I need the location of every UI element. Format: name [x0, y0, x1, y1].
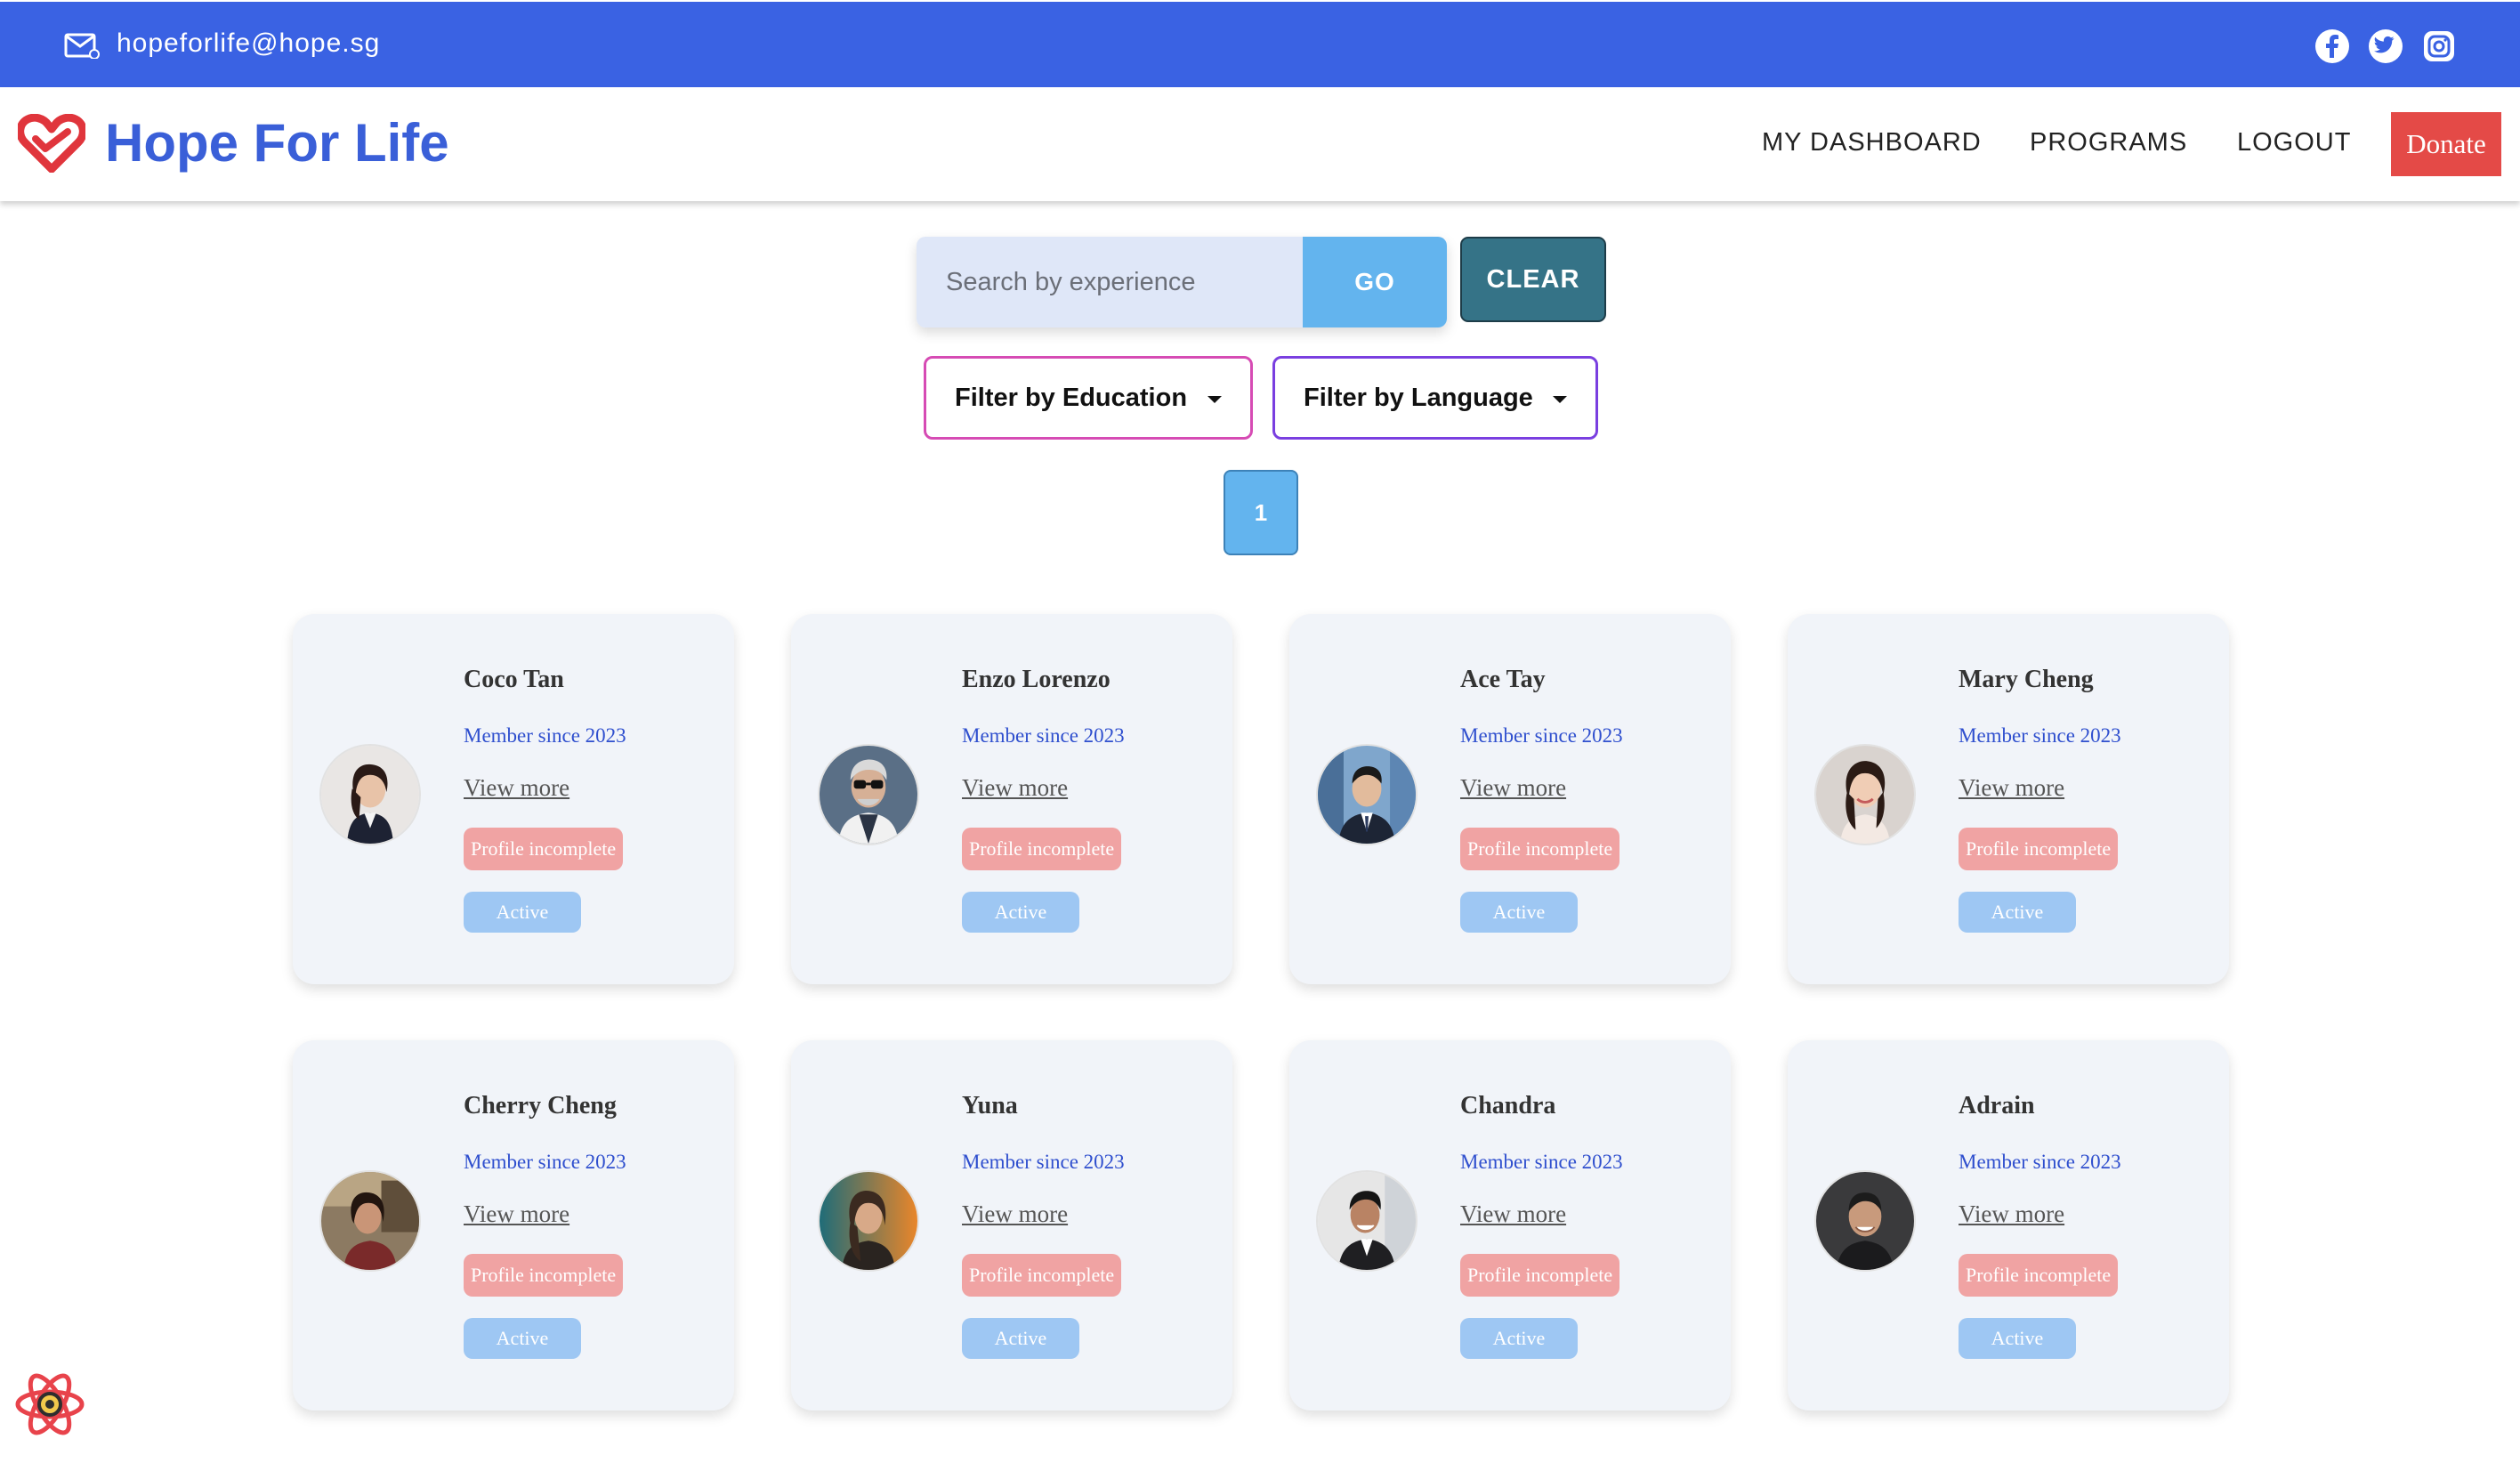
contact-email[interactable]: hopeforlife@hope.sg	[117, 28, 380, 59]
view-more-link[interactable]: View more	[962, 1200, 1068, 1228]
active-badge: Active	[1460, 892, 1578, 933]
avatar[interactable]	[319, 1170, 421, 1272]
member-name: Yuna	[962, 1092, 1018, 1119]
education-filter-dropdown[interactable]: Filter by Education	[924, 356, 1253, 440]
profile-incomplete-badge: Profile incomplete	[962, 828, 1122, 870]
member-since: Member since 2023	[1460, 724, 1623, 747]
language-filter-label: Filter by Language	[1304, 383, 1533, 412]
view-more-link[interactable]: View more	[1460, 1200, 1566, 1228]
page-button-1[interactable]: 1	[1224, 470, 1298, 555]
member-card: Chandra Member since 2023 View more Prof…	[1289, 1040, 1731, 1410]
profile-incomplete-badge: Profile incomplete	[962, 1254, 1122, 1297]
member-card: Mary Cheng Member since 2023 View more P…	[1788, 614, 2229, 984]
nav-programs[interactable]: PROGRAMS	[2030, 128, 2187, 158]
member-since: Member since 2023	[1959, 724, 2121, 747]
active-badge: Active	[464, 892, 581, 933]
member-card: Yuna Member since 2023 View more Profile…	[791, 1040, 1232, 1410]
member-name: Coco Tan	[464, 666, 564, 693]
nav-logout[interactable]: LOGOUT	[2237, 128, 2351, 158]
member-name: Ace Tay	[1460, 666, 1546, 693]
search-bar: GO	[917, 237, 1447, 327]
react-icon[interactable]	[12, 1367, 87, 1442]
active-badge: Active	[464, 1318, 581, 1359]
view-more-link[interactable]: View more	[1959, 1200, 2064, 1228]
member-name: Adrain	[1959, 1092, 2035, 1119]
member-card: Coco Tan Member since 2023 View more Pro…	[293, 614, 734, 984]
member-card: Adrain Member since 2023 View more Profi…	[1788, 1040, 2229, 1410]
view-more-link[interactable]: View more	[1460, 774, 1566, 802]
facebook-icon[interactable]	[2314, 28, 2350, 64]
main-navbar: Hope For Life MY DASHBOARD PROGRAMS LOGO…	[0, 87, 2520, 201]
view-more-link[interactable]: View more	[464, 774, 569, 802]
twitter-icon[interactable]	[2368, 28, 2403, 64]
member-since: Member since 2023	[464, 1151, 626, 1173]
brand-title[interactable]: Hope For Life	[105, 112, 449, 174]
active-badge: Active	[962, 1318, 1079, 1359]
nav-my-dashboard[interactable]: MY DASHBOARD	[1762, 128, 1982, 158]
clear-button[interactable]: CLEAR	[1460, 237, 1606, 322]
member-name: Chandra	[1460, 1092, 1556, 1119]
active-badge: Active	[1959, 892, 2076, 933]
education-filter-label: Filter by Education	[955, 383, 1188, 412]
heart-icon[interactable]	[18, 114, 85, 173]
member-card: Cherry Cheng Member since 2023 View more…	[293, 1040, 734, 1410]
profile-incomplete-badge: Profile incomplete	[1959, 828, 2119, 870]
profile-incomplete-badge: Profile incomplete	[1460, 1254, 1620, 1297]
avatar[interactable]	[319, 744, 421, 845]
active-badge: Active	[1959, 1318, 2076, 1359]
view-more-link[interactable]: View more	[1959, 774, 2064, 802]
member-since: Member since 2023	[962, 724, 1125, 747]
language-filter-dropdown[interactable]: Filter by Language	[1272, 356, 1598, 440]
instagram-icon[interactable]	[2421, 28, 2457, 64]
profile-incomplete-badge: Profile incomplete	[1959, 1254, 2119, 1297]
go-button[interactable]: GO	[1303, 237, 1447, 327]
profile-incomplete-badge: Profile incomplete	[464, 828, 624, 870]
view-more-link[interactable]: View more	[962, 774, 1068, 802]
profile-incomplete-badge: Profile incomplete	[1460, 828, 1620, 870]
member-name: Enzo Lorenzo	[962, 666, 1111, 693]
avatar[interactable]	[1814, 744, 1916, 845]
member-name: Mary Cheng	[1959, 666, 2094, 693]
mail-icon	[64, 33, 100, 59]
active-badge: Active	[962, 892, 1079, 933]
member-card: Ace Tay Member since 2023 View more Prof…	[1289, 614, 1731, 984]
active-badge: Active	[1460, 1318, 1578, 1359]
avatar[interactable]	[818, 744, 919, 845]
avatar[interactable]	[1316, 744, 1418, 845]
avatar[interactable]	[1316, 1170, 1418, 1272]
member-name: Cherry Cheng	[464, 1092, 617, 1119]
chevron-down-icon	[1553, 396, 1567, 403]
chevron-down-icon	[1208, 396, 1222, 403]
member-since: Member since 2023	[1460, 1151, 1623, 1173]
member-since: Member since 2023	[962, 1151, 1125, 1173]
view-more-link[interactable]: View more	[464, 1200, 569, 1228]
avatar[interactable]	[1814, 1170, 1916, 1272]
donate-button[interactable]: Donate	[2391, 112, 2501, 176]
profile-incomplete-badge: Profile incomplete	[464, 1254, 624, 1297]
member-since: Member since 2023	[1959, 1151, 2121, 1173]
top-contact-bar: hopeforlife@hope.sg	[0, 2, 2520, 87]
search-input[interactable]	[917, 237, 1303, 327]
avatar[interactable]	[818, 1170, 919, 1272]
member-since: Member since 2023	[464, 724, 626, 747]
member-card: Enzo Lorenzo Member since 2023 View more…	[791, 614, 1232, 984]
